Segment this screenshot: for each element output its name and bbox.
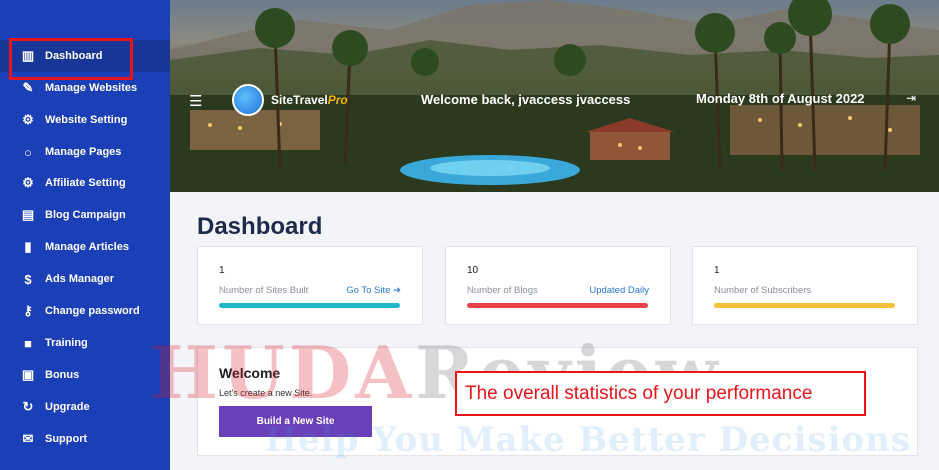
stat-bar: [467, 303, 648, 308]
stat-bar: [219, 303, 400, 308]
sidebar-item-manage-websites[interactable]: ✎ Manage Websites: [0, 72, 170, 104]
video-icon: ■: [24, 335, 32, 351]
sidebar-item-label: Support: [45, 433, 88, 445]
sidebar-item-label: Upgrade: [45, 401, 90, 413]
logo-pro: Pro: [327, 93, 348, 107]
logo: SiteTravelPro: [232, 84, 348, 116]
welcome-subtitle: Let's create a new Site.: [219, 388, 313, 398]
sidebar-item-affiliate-setting[interactable]: ⚙ Affiliate Setting: [0, 167, 170, 199]
sync-icon: ↻: [22, 399, 34, 414]
annotation-callout: The overall statistics of your performan…: [455, 371, 866, 416]
logo-text: SiteTravelPro: [271, 93, 348, 107]
gift-icon: ▣: [21, 367, 35, 382]
sidebar-item-label: Training: [45, 337, 88, 349]
welcome-title: Welcome: [219, 365, 281, 381]
sidebar-item-support[interactable]: ✉ Support: [0, 423, 170, 455]
stat-label: Number of Sites Built: [219, 285, 309, 296]
sidebar-item-label: Manage Pages: [45, 146, 122, 158]
sidebar-item-label: Change password: [45, 305, 140, 317]
circle-icon: ○: [24, 144, 32, 160]
sidebar-item-label: Manage Articles: [45, 241, 129, 253]
sidebar-item-dashboard[interactable]: ▥ Dashboard: [0, 38, 170, 80]
dashboard-icon: ▥: [21, 48, 35, 63]
newspaper-icon: ▤: [21, 207, 35, 222]
sidebar-item-label: Ads Manager: [45, 273, 115, 285]
sidebar-item-manage-articles[interactable]: ▮ Manage Articles: [0, 231, 170, 263]
sidebar-item-manage-pages[interactable]: ○ Manage Pages: [0, 136, 170, 168]
current-date: Monday 8th of August 2022: [696, 91, 865, 106]
welcome-message: Welcome back, jvaccess jvaccess: [421, 92, 631, 107]
stat-card-sites: 1 Number of Sites Built Go To Site ➔: [197, 246, 423, 325]
sidebar-item-label: Bonus: [45, 369, 80, 381]
menu-toggle-icon[interactable]: ☰: [189, 92, 202, 110]
sidebar-item-website-setting[interactable]: ⚙ Website Setting: [0, 104, 170, 136]
sidebar-item-label: Website Setting: [45, 114, 128, 126]
stat-value: 1: [714, 265, 720, 276]
key-icon: ⚷: [23, 303, 33, 318]
file-icon: ▮: [24, 239, 32, 254]
stat-bar: [714, 303, 895, 308]
logo-name: SiteTravel: [271, 93, 328, 107]
stat-value: 10: [467, 265, 479, 276]
sidebar-item-blog-campaign[interactable]: ▤ Blog Campaign: [0, 199, 170, 231]
sidebar-item-label: Manage Websites: [45, 82, 138, 94]
dollar-icon: $: [24, 271, 32, 287]
stat-value: 1: [219, 265, 225, 276]
envelope-icon: ✉: [22, 431, 34, 446]
updated-daily-link[interactable]: Updated Daily: [589, 285, 649, 296]
sidebar: ▥ Dashboard ✎ Manage Websites ⚙ Website …: [0, 0, 170, 470]
hero-banner: ☰ SiteTravelPro Welcome back, jvaccess j…: [170, 0, 939, 192]
sidebar-item-bonus[interactable]: ▣ Bonus: [0, 359, 170, 391]
sidebar-item-change-password[interactable]: ⚷ Change password: [0, 295, 170, 327]
stat-card-subscribers: 1 Number of Subscribers: [692, 246, 918, 325]
sidebar-item-training[interactable]: ■ Training: [0, 327, 170, 359]
page-title: Dashboard: [197, 213, 323, 240]
stat-label: Number of Subscribers: [714, 285, 812, 296]
stat-label: Number of Blogs: [467, 285, 538, 296]
sidebar-item-upgrade[interactable]: ↻ Upgrade: [0, 391, 170, 423]
sidebar-item-label: Dashboard: [45, 50, 103, 62]
gears-icon: ⚙: [22, 112, 34, 127]
logout-icon[interactable]: ⇥: [906, 91, 916, 105]
sidebar-item-label: Blog Campaign: [45, 209, 126, 221]
stat-card-blogs: 10 Number of Blogs Updated Daily: [445, 246, 671, 325]
build-new-site-button[interactable]: Build a New Site: [219, 406, 372, 437]
go-to-site-link[interactable]: Go To Site ➔: [346, 285, 401, 296]
sidebar-item-ads-manager[interactable]: $ Ads Manager: [0, 263, 170, 295]
magic-wand-icon: ✎: [22, 80, 34, 95]
logo-globe-icon: [232, 84, 264, 116]
gear-icon: ⚙: [22, 175, 34, 190]
sidebar-item-label: Affiliate Setting: [45, 177, 126, 189]
